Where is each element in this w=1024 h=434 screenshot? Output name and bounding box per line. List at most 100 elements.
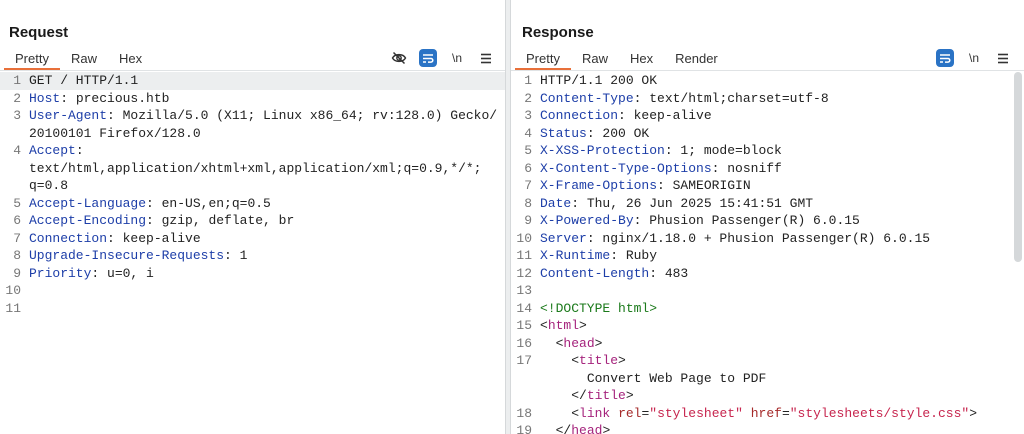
response-tabs: Pretty Raw Hex Render <box>515 50 729 70</box>
code-token: </ <box>540 423 572 434</box>
response-scrollbar[interactable] <box>1014 72 1022 262</box>
code-token: < <box>540 353 580 368</box>
code-line: 10 Server: nginx/1.18.0 + Phusion Passeng… <box>511 230 1024 248</box>
line-number: 10 <box>5 283 21 298</box>
code-token: : gzip, deflate, br <box>146 213 295 228</box>
code-text: Server: nginx/1.18.0 + Phusion Passenger… <box>540 230 1024 248</box>
line-number: 9 <box>524 213 532 228</box>
code-line: 8 Date: Thu, 26 Jun 2025 15:41:51 GMT <box>511 195 1024 213</box>
code-text: </head> <box>540 422 1024 434</box>
response-tab-raw[interactable]: Raw <box>571 50 619 68</box>
hide-icon[interactable] <box>390 49 408 67</box>
code-text: Priority: u=0, i <box>29 265 505 283</box>
code-token: : Thu, 26 Jun 2025 15:41:51 GMT <box>571 195 814 211</box>
response-editor[interactable]: 1 HTTP/1.1 200 OK 2 Content-Type: text/html… <box>511 72 1024 434</box>
line-number: 15 <box>516 318 532 333</box>
code-token: link <box>579 405 611 421</box>
request-pane: Request Pretty Raw Hex \n 1 GET / HTTP/1.… <box>0 0 505 434</box>
code-token: < <box>540 318 548 333</box>
line-number: 3 <box>13 108 21 123</box>
code-line: 13 <box>511 282 1024 300</box>
wrap-icon[interactable] <box>419 49 437 67</box>
response-tab-pretty[interactable]: Pretty <box>515 50 571 70</box>
line-number: 8 <box>524 195 532 211</box>
code-text: <html> <box>540 317 1024 335</box>
code-line: 5 X-XSS-Protection: 1; mode=block <box>511 142 1024 160</box>
request-tab-hex[interactable]: Hex <box>108 50 153 68</box>
header-name: Connection <box>29 230 108 246</box>
wrap-icon[interactable] <box>936 49 954 67</box>
code-token: : 200 OK <box>586 125 650 141</box>
request-title: Request <box>9 24 69 41</box>
header-name: Status <box>540 125 587 141</box>
code-token: > <box>579 318 587 333</box>
code-token: : keep-alive <box>107 230 201 246</box>
response-tab-render[interactable]: Render <box>664 50 729 68</box>
code-line: 10 <box>0 282 505 300</box>
line-number: 6 <box>524 160 532 176</box>
newline-toggle[interactable]: \n <box>965 49 983 67</box>
request-tab-pretty[interactable]: Pretty <box>4 50 60 70</box>
line-number: 5 <box>13 195 21 211</box>
line-number: 2 <box>13 90 21 106</box>
header-name: Content-Length <box>540 265 650 281</box>
header-name: Date <box>540 195 572 211</box>
code-line: 9 Priority: u=0, i <box>0 265 505 283</box>
menu-icon[interactable] <box>994 49 1012 67</box>
code-line: 3 User-Agent: Mozilla/5.0 (X11; Linux x86… <box>0 107 505 142</box>
code-text: <!DOCTYPE html> <box>540 300 1024 318</box>
code-text: Connection: keep-alive <box>29 230 505 248</box>
code-line: 4 Accept: text/html,application/xhtml+xml… <box>0 142 505 195</box>
menu-icon[interactable] <box>477 49 495 67</box>
code-token: < <box>540 335 564 351</box>
code-line: 18 <link rel="stylesheet" href="styleshe… <box>511 405 1024 423</box>
code-line: 1 GET / HTTP/1.1 <box>0 72 505 90</box>
line-number: 18 <box>516 405 532 421</box>
response-toolbar: \n <box>925 49 1012 67</box>
header-name: Upgrade-Insecure-Requests <box>29 248 225 263</box>
tab-underline <box>511 70 1024 71</box>
code-token: HTTP/1.1 200 OK <box>540 73 658 88</box>
code-line: 6 X-Content-Type-Options: nosniff <box>511 160 1024 178</box>
code-token: : en-US,en;q=0.5 <box>146 195 271 211</box>
code-token: head <box>571 423 603 434</box>
code-token: : nosniff <box>711 160 782 176</box>
code-line: 5 Accept-Language: en-US,en;q=0.5 <box>0 195 505 213</box>
code-token: rel <box>618 405 642 421</box>
request-toolbar: \n <box>379 49 495 67</box>
code-token: : Ruby <box>610 248 658 263</box>
newline-toggle[interactable]: \n <box>448 49 466 67</box>
code-token: : text/html;charset=utf-8 <box>633 90 829 106</box>
code-text: Content-Length: 483 <box>540 265 1024 283</box>
line-number: 19 <box>516 423 532 434</box>
code-line: 14 <!DOCTYPE html> <box>511 300 1024 318</box>
header-name: Content-Type <box>540 90 634 106</box>
code-text: X-Content-Type-Options: nosniff <box>540 160 1024 178</box>
request-tabs: Pretty Raw Hex <box>4 50 153 70</box>
line-number: 1 <box>524 73 532 88</box>
code-text: Date: Thu, 26 Jun 2025 15:41:51 GMT <box>540 195 1024 213</box>
code-line: 19 </head> <box>511 422 1024 434</box>
line-number: 7 <box>524 178 532 193</box>
line-number: 10 <box>516 230 532 246</box>
code-token: : precious.htb <box>60 90 170 106</box>
code-token: > <box>625 388 634 403</box>
code-text: X-Frame-Options: SAMEORIGIN <box>540 177 1024 195</box>
header-name: Accept-Encoding <box>29 213 147 228</box>
code-line: 2 Host: precious.htb <box>0 90 505 108</box>
code-text: X-XSS-Protection: 1; mode=block <box>540 142 1024 160</box>
code-token: > <box>602 423 611 434</box>
line-number: 3 <box>524 108 532 123</box>
code-token: > <box>594 335 603 351</box>
code-text: GET / HTTP/1.1 <box>29 72 505 90</box>
code-line: 9 X-Powered-By: Phusion Passenger(R) 6.0.… <box>511 212 1024 230</box>
response-tab-hex[interactable]: Hex <box>619 50 664 68</box>
code-token: = <box>781 405 790 421</box>
request-editor[interactable]: 1 GET / HTTP/1.1 2 Host: precious.htb 3 User-… <box>0 72 505 434</box>
line-number: 7 <box>13 230 21 246</box>
code-text: HTTP/1.1 200 OK <box>540 72 1024 90</box>
code-text: Content-Type: text/html;charset=utf-8 <box>540 90 1024 108</box>
request-tab-raw[interactable]: Raw <box>60 50 108 68</box>
